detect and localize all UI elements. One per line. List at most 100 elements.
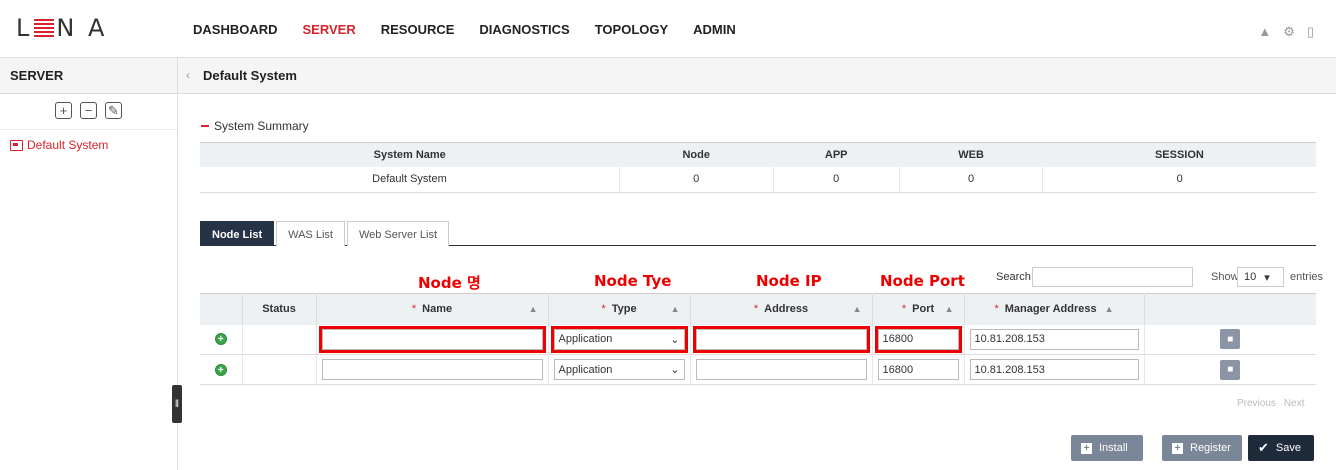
name-field[interactable]: [318, 325, 546, 353]
collapse-dash-icon: [201, 125, 209, 127]
chevron-down-icon: ⌄: [670, 333, 680, 346]
pagination: Previous Next: [1237, 398, 1304, 409]
edit-icon[interactable]: ✎: [105, 102, 122, 119]
sort-asc-icon: ▲: [670, 304, 680, 314]
save-button[interactable]: ✔ Save: [1248, 435, 1314, 461]
plus-icon: +: [1081, 442, 1092, 454]
section-title-label: System Summary: [214, 119, 309, 133]
sort-asc-icon: ▲: [1104, 304, 1114, 315]
tab-node-list[interactable]: Node List: [200, 221, 275, 246]
annotation-node-type: Node Tye: [594, 272, 672, 290]
tab-was-list[interactable]: WAS List: [276, 221, 345, 246]
table-row: + Application ⌄ 16800 10.81.208.153 ■: [200, 354, 1316, 385]
chevron-down-icon: ⌄: [670, 364, 680, 376]
top-icons: ▲ ⚙ ▯: [1258, 24, 1314, 40]
lena-logo[interactable]: LN A: [16, 14, 107, 42]
annotation-node-ip: Node IP: [756, 272, 822, 290]
type-select[interactable]: Application ⌄: [553, 359, 685, 380]
manager-address-field[interactable]: 10.81.208.153: [969, 359, 1139, 380]
node-list-table: Status * Name ▲ * Type ▲ * Address ▲ * Port ▲ * M…: [200, 293, 1316, 385]
name-field[interactable]: [321, 359, 543, 380]
search-input[interactable]: [1032, 267, 1193, 287]
search-label: Search: [996, 271, 1031, 283]
add-icon[interactable]: +: [55, 102, 72, 119]
address-field[interactable]: [695, 359, 867, 380]
status-cell: [242, 324, 317, 355]
trash-icon: ■: [1227, 333, 1234, 345]
port-field[interactable]: 16800: [877, 359, 959, 380]
check-icon: ✔: [1258, 440, 1269, 455]
remove-icon[interactable]: −: [80, 102, 97, 119]
nav-topology[interactable]: TOPOLOGY: [595, 22, 668, 37]
page-size-select[interactable]: 10 ▾: [1237, 267, 1284, 287]
summary-header: SESSION: [1042, 142, 1316, 167]
type-select[interactable]: Application ⌄: [550, 325, 688, 353]
sort-asc-icon: ▲: [852, 304, 862, 314]
summary-cell: 0: [773, 166, 900, 193]
column-header-type[interactable]: * Type ▲: [548, 293, 691, 325]
gear-icon[interactable]: ⚙: [1283, 24, 1295, 40]
column-header-status: Status: [242, 293, 317, 325]
register-button[interactable]: + Register: [1162, 435, 1242, 461]
summary-cell: 0: [899, 166, 1044, 193]
summary-header: System Name: [200, 142, 620, 167]
summary-header: APP: [773, 142, 900, 167]
bell-icon[interactable]: ▲: [1258, 24, 1271, 40]
column-header-address[interactable]: * Address ▲: [690, 293, 873, 325]
status-cell: [242, 354, 317, 385]
sort-asc-icon: ▲: [944, 304, 954, 314]
manager-address-field[interactable]: 10.81.208.153: [969, 328, 1139, 350]
main-nav: DASHBOARD SERVER RESOURCE DIAGNOSTICS TO…: [193, 22, 761, 37]
nav-dashboard[interactable]: DASHBOARD: [193, 22, 278, 37]
logout-icon[interactable]: ▯: [1307, 24, 1314, 40]
nav-diagnostics[interactable]: DIAGNOSTICS: [479, 22, 569, 37]
list-tabs: Node List WAS List Web Server List: [200, 221, 1316, 246]
next-page-button[interactable]: Next: [1284, 398, 1305, 409]
annotation-node-name: Node 명: [418, 274, 481, 292]
tree-item-default-system[interactable]: Default System: [10, 138, 108, 152]
content-header: ‹ Default System: [178, 58, 1336, 94]
plus-icon: +: [1172, 442, 1183, 454]
nav-resource[interactable]: RESOURCE: [381, 22, 455, 37]
sidebar: SERVER + − ✎ Default System: [0, 58, 178, 470]
column-header-port[interactable]: * Port ▲: [872, 293, 965, 325]
section-title[interactable]: System Summary: [201, 119, 309, 133]
column-header-add: [200, 293, 243, 325]
summary-cell: 0: [1042, 166, 1316, 193]
summary-header: WEB: [899, 142, 1043, 167]
add-row-icon[interactable]: +: [214, 333, 227, 346]
nav-admin[interactable]: ADMIN: [693, 22, 736, 37]
column-header-manager-address[interactable]: * Manager Address ▲: [964, 293, 1145, 325]
add-row-icon[interactable]: +: [214, 363, 227, 376]
show-label: Show: [1211, 271, 1239, 283]
system-icon: [10, 139, 23, 151]
column-header-actions: [1144, 293, 1316, 325]
sidebar-title: SERVER: [0, 58, 177, 94]
chevron-down-icon: ▾: [1264, 271, 1270, 284]
sidebar-collapse-handle[interactable]: ‖: [172, 385, 182, 423]
top-navbar: LN A DASHBOARD SERVER RESOURCE DIAGNOSTI…: [0, 0, 1336, 58]
logo-bars-icon: [34, 19, 55, 37]
sidebar-toolbar: + − ✎: [0, 94, 177, 130]
system-summary-table: System Name Node APP WEB SESSION Default…: [200, 142, 1316, 193]
install-button[interactable]: + Install: [1071, 435, 1143, 461]
page-title: Default System: [203, 68, 297, 83]
summary-cell: Default System: [200, 166, 620, 193]
tab-web-server-list[interactable]: Web Server List: [346, 221, 450, 246]
entries-label: entries: [1290, 271, 1324, 283]
port-field[interactable]: 16800: [874, 325, 962, 353]
nav-server[interactable]: SERVER: [303, 22, 356, 37]
address-field[interactable]: [692, 325, 870, 353]
delete-row-button[interactable]: ■: [1220, 329, 1241, 350]
previous-page-button[interactable]: Previous: [1237, 398, 1276, 409]
trash-icon: ■: [1227, 364, 1234, 375]
annotation-node-port: Node Port: [880, 272, 965, 290]
tree-item-label: Default System: [27, 138, 109, 152]
sort-asc-icon: ▲: [528, 304, 538, 314]
table-row: + Application ⌄ 16800 10.81.208.153 ■: [200, 324, 1316, 355]
chevron-left-icon[interactable]: ‹: [186, 68, 190, 82]
delete-row-button[interactable]: ■: [1220, 359, 1241, 380]
column-header-name[interactable]: * Name ▲: [316, 293, 549, 325]
summary-header: Node: [619, 142, 774, 167]
summary-cell: 0: [619, 166, 774, 193]
